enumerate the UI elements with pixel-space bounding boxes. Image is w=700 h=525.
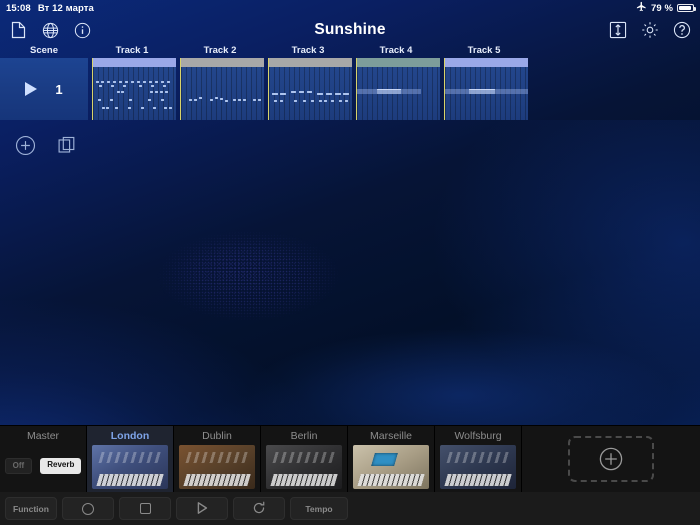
toolbar-right-group — [608, 16, 692, 44]
scene-number: 1 — [55, 81, 63, 97]
loop-icon — [252, 501, 266, 517]
document-icon[interactable] — [8, 20, 28, 40]
battery-icon — [677, 4, 696, 12]
battery-percent: 79 % — [650, 2, 673, 14]
tempo-button[interactable]: Tempo — [290, 497, 348, 520]
globe-icon[interactable] — [40, 20, 60, 40]
device-strip: Master Off Reverb London Dublin Berlin M… — [0, 425, 700, 493]
device-dublin[interactable]: Dublin — [174, 426, 261, 493]
master-off-button[interactable]: Off — [4, 458, 33, 474]
clip-track-2[interactable] — [180, 58, 264, 120]
background-glow-right — [430, 120, 700, 420]
scene-launch-cell[interactable]: 1 — [0, 58, 88, 120]
top-toolbar: Sunshine — [0, 16, 700, 44]
track-header-2[interactable]: Track 2 — [176, 43, 264, 58]
particle-cloud-core — [168, 240, 318, 310]
device-berlin-artwork — [266, 445, 342, 489]
transport-bar: Function Tempo — [0, 492, 700, 525]
stop-button[interactable] — [119, 497, 171, 520]
play-button[interactable] — [176, 497, 228, 520]
resize-vertical-icon[interactable] — [608, 20, 628, 40]
help-icon[interactable] — [672, 20, 692, 40]
clip-notes-1 — [93, 67, 176, 120]
status-time: 15:08 — [6, 2, 31, 14]
device-master[interactable]: Master Off Reverb — [0, 426, 87, 493]
clip-track-3[interactable] — [268, 58, 352, 120]
record-button[interactable] — [62, 497, 114, 520]
track-header-1[interactable]: Track 1 — [88, 43, 176, 58]
clip-notes-2 — [181, 67, 264, 120]
record-icon — [82, 502, 94, 515]
device-wolfsburg[interactable]: Wolfsburg — [435, 426, 522, 493]
device-london[interactable]: London — [87, 426, 174, 493]
device-london-label: London — [110, 430, 150, 442]
stop-icon — [139, 503, 151, 514]
track-header-3[interactable]: Track 3 — [264, 43, 352, 58]
clip-track-5[interactable] — [444, 58, 528, 120]
page-title: Sunshine — [314, 21, 386, 38]
clip-header-band-5 — [445, 58, 528, 67]
airplane-icon — [636, 1, 647, 15]
play-icon — [195, 501, 209, 517]
device-master-label: Master — [26, 430, 60, 442]
track-header-4[interactable]: Track 4 — [352, 43, 440, 58]
info-icon[interactable] — [72, 20, 92, 40]
function-button[interactable]: Function — [5, 497, 57, 520]
add-device-icon[interactable] — [568, 436, 654, 482]
device-marseille-label: Marseille — [369, 430, 412, 442]
device-london-artwork — [92, 445, 168, 489]
track-header-5[interactable]: Track 5 — [440, 43, 528, 58]
clip-track-1[interactable] — [92, 58, 176, 120]
play-icon[interactable] — [25, 82, 38, 96]
device-berlin[interactable]: Berlin — [261, 426, 348, 493]
clip-header-band-1 — [93, 58, 176, 67]
duplicate-scene-icon[interactable] — [56, 134, 78, 156]
track-header-row: Scene Track 1 Track 2 Track 3 Track 4 Tr… — [0, 43, 700, 58]
clip-header-band-2 — [181, 58, 264, 67]
toolbar-left-group — [8, 16, 92, 44]
clip-notes-4 — [357, 67, 440, 120]
device-marseille[interactable]: Marseille — [348, 426, 435, 493]
add-scene-icon[interactable] — [14, 134, 36, 156]
gear-icon[interactable] — [640, 20, 660, 40]
status-bar-right: 79 % — [636, 1, 696, 15]
clip-notes-3 — [269, 67, 352, 120]
clip-track-4[interactable] — [356, 58, 440, 120]
device-wolfsburg-artwork — [440, 445, 516, 489]
status-bar-left: 15:08 Вт 12 марта — [6, 3, 94, 14]
clip-notes-5 — [445, 67, 528, 120]
particle-cloud — [150, 225, 355, 335]
device-marseille-artwork — [353, 445, 429, 489]
device-berlin-label: Berlin — [290, 430, 318, 442]
clip-header-band-4 — [357, 58, 440, 67]
clip-header-band-3 — [269, 58, 352, 67]
device-dublin-artwork — [179, 445, 255, 489]
status-bar: 15:08 Вт 12 марта 79 % — [0, 0, 700, 16]
status-date: Вт 12 марта — [37, 2, 94, 14]
device-dublin-label: Dublin — [202, 430, 232, 442]
scene-column-header: Scene — [30, 45, 58, 56]
loop-button[interactable] — [233, 497, 285, 520]
add-device-slot[interactable] — [522, 426, 700, 492]
scene-row: 1 — [0, 58, 700, 120]
device-wolfsburg-label: Wolfsburg — [454, 430, 502, 442]
app-root: 15:08 Вт 12 марта 79 % Sunshine Scene Tr… — [0, 0, 700, 525]
master-button-group: Off Reverb — [4, 458, 82, 474]
master-reverb-button[interactable]: Reverb — [40, 458, 82, 474]
scene-tool-row — [14, 134, 78, 156]
